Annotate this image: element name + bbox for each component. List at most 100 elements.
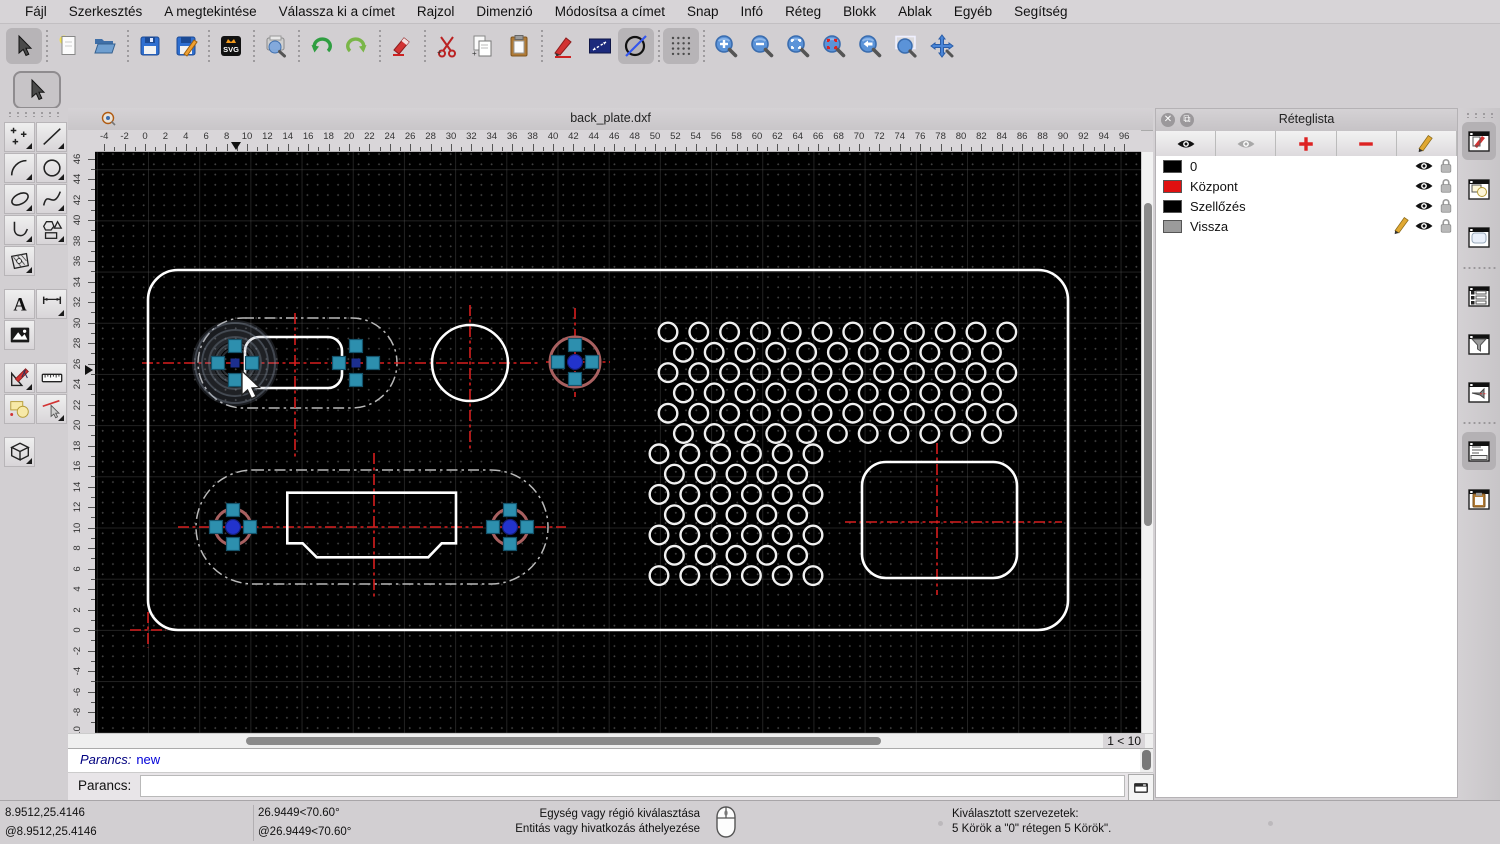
menu-rajzol[interactable]: Rajzol: [406, 0, 466, 24]
horizontal-scrollbar[interactable]: 1 < 10: [68, 733, 1153, 748]
menu-f-jl[interactable]: Fájl: [14, 0, 58, 24]
pen-button[interactable]: [546, 28, 582, 64]
w-command-toggle-button[interactable]: [1462, 432, 1496, 470]
w-pen-toggle-button[interactable]: [1462, 373, 1496, 411]
zoomin-button[interactable]: [708, 28, 744, 64]
tool-image-button[interactable]: [4, 320, 35, 350]
menu-blokk[interactable]: Blokk: [832, 0, 887, 24]
undo-button[interactable]: [303, 28, 339, 64]
vertical-scrollbar[interactable]: [1141, 152, 1153, 733]
tool-polygon-button[interactable]: [36, 215, 67, 245]
snapgrid-button[interactable]: [663, 28, 699, 64]
save-button[interactable]: [132, 28, 168, 64]
vent-hole: [811, 321, 833, 343]
copy-button[interactable]: +: [465, 28, 501, 64]
ruler-label: 12: [262, 131, 273, 142]
menu-dimenzi-[interactable]: Dimenzió: [465, 0, 543, 24]
w-filter-toggle-button[interactable]: [1462, 325, 1496, 363]
drawing-window-titlebar[interactable]: back_plate.dxf: [68, 108, 1153, 131]
layer-toolbar-minus[interactable]: [1336, 131, 1397, 156]
menu-seg-ts-g[interactable]: Segítség: [1003, 0, 1078, 24]
layer-lock-icon[interactable]: [1435, 217, 1457, 235]
zoomauto-button[interactable]: [780, 28, 816, 64]
menu-m-dos-tsa-a-c-met[interactable]: Módosítsa a címet: [544, 0, 676, 24]
ruler-tick: [88, 384, 95, 385]
tool-arc-button[interactable]: [4, 153, 35, 183]
command-input[interactable]: [140, 775, 1125, 797]
zoomout-button[interactable]: [744, 28, 780, 64]
layer-visibility-eye-icon[interactable]: [1413, 175, 1435, 197]
vent-hole: [648, 565, 670, 587]
menu-inf-[interactable]: Infó: [730, 0, 775, 24]
layer-color-swatch[interactable]: [1163, 199, 1182, 213]
layer-visibility-eye-icon[interactable]: [1413, 215, 1435, 237]
layer-lock-icon[interactable]: [1435, 197, 1457, 215]
tool-modify-button[interactable]: [4, 363, 35, 393]
menu-egy-b[interactable]: Egyéb: [943, 0, 1003, 24]
zoompan-button[interactable]: [924, 28, 960, 64]
layer-visibility-eye-icon[interactable]: [1413, 195, 1435, 217]
vertical-scrollbar-thumb[interactable]: [1144, 203, 1152, 526]
snapfree-button[interactable]: [618, 28, 654, 64]
command-history-scrollbar-thumb[interactable]: [1142, 750, 1151, 770]
tool-points-button[interactable]: [4, 122, 35, 152]
keyboard-toggle-button[interactable]: [1128, 774, 1154, 801]
zoomprev-button[interactable]: [852, 28, 888, 64]
layer-color-swatch[interactable]: [1163, 219, 1182, 233]
svg-button[interactable]: SVG: [213, 28, 249, 64]
tool-hatch-button[interactable]: [4, 246, 35, 276]
layer-color-swatch[interactable]: [1163, 179, 1182, 193]
layer-lock-icon[interactable]: [1435, 157, 1457, 175]
eraser-button[interactable]: [384, 28, 420, 64]
menu-v-lassza-ki-a-c-met[interactable]: Válassza ki a címet: [268, 0, 406, 24]
tool-text-button[interactable]: A: [4, 289, 35, 319]
saveas-button[interactable]: [168, 28, 204, 64]
tool-circle-button[interactable]: [36, 153, 67, 183]
tool-measure-button[interactable]: [36, 363, 67, 393]
layer-toolbar-plus[interactable]: [1276, 131, 1337, 156]
w-clipboard-toggle-button[interactable]: [1462, 480, 1496, 518]
distance-button[interactable]: [582, 28, 618, 64]
w-layers-toggle-button[interactable]: [1462, 122, 1496, 160]
layer-lock-icon[interactable]: [1435, 177, 1457, 195]
command-history-scrollbar[interactable]: [1140, 749, 1153, 772]
tool-spline-button[interactable]: [36, 184, 67, 214]
printpreview-button[interactable]: [258, 28, 294, 64]
select-button[interactable]: [6, 28, 42, 64]
tool-dim-button[interactable]: [36, 289, 67, 319]
menu-ablak[interactable]: Ablak: [887, 0, 943, 24]
layer-row[interactable]: Vissza: [1156, 216, 1457, 236]
tool-ellipse-button[interactable]: [4, 184, 35, 214]
cut-button[interactable]: +: [429, 28, 465, 64]
tool-line-button[interactable]: [36, 122, 67, 152]
menu-snap[interactable]: Snap: [676, 0, 730, 24]
paste-button[interactable]: [501, 28, 537, 64]
layer-color-swatch[interactable]: [1163, 159, 1182, 173]
menu-a-megtekint-se[interactable]: A megtekintése: [153, 0, 267, 24]
ruler-label: 90: [1057, 131, 1069, 142]
open-button[interactable]: [87, 28, 123, 64]
layer-visibility-eye-icon[interactable]: [1413, 155, 1435, 177]
drawing-canvas[interactable]: [95, 152, 1141, 733]
menu-szerkeszt-s[interactable]: Szerkesztés: [58, 0, 154, 24]
w-list-toggle-button[interactable]: [1462, 277, 1496, 315]
zoomwindow-button[interactable]: [888, 28, 924, 64]
layer-toolbar-eye-grey[interactable]: [1216, 131, 1277, 156]
w-blocks-toggle-button[interactable]: [1462, 170, 1496, 208]
new-button[interactable]: [51, 28, 87, 64]
layer-row[interactable]: Szellőzés: [1156, 196, 1457, 216]
tool-selectline-button[interactable]: [36, 394, 67, 424]
tool-polyline-button[interactable]: [4, 215, 35, 245]
layer-row[interactable]: 0: [1156, 156, 1457, 176]
layer-toolbar-eye-dark[interactable]: [1156, 131, 1217, 156]
layer-row[interactable]: Központ: [1156, 176, 1457, 196]
select-tool-button[interactable]: [13, 71, 61, 109]
layer-toolbar-pencil[interactable]: [1396, 131, 1458, 156]
tool-box3d-button[interactable]: [4, 437, 35, 467]
w-library-toggle-button[interactable]: [1462, 218, 1496, 256]
tool-block-button[interactable]: [4, 394, 35, 424]
redo-button[interactable]: [339, 28, 375, 64]
zoomredraw-button[interactable]: [816, 28, 852, 64]
menu-r-teg[interactable]: Réteg: [774, 0, 832, 24]
horizontal-scrollbar-thumb[interactable]: [246, 737, 881, 745]
